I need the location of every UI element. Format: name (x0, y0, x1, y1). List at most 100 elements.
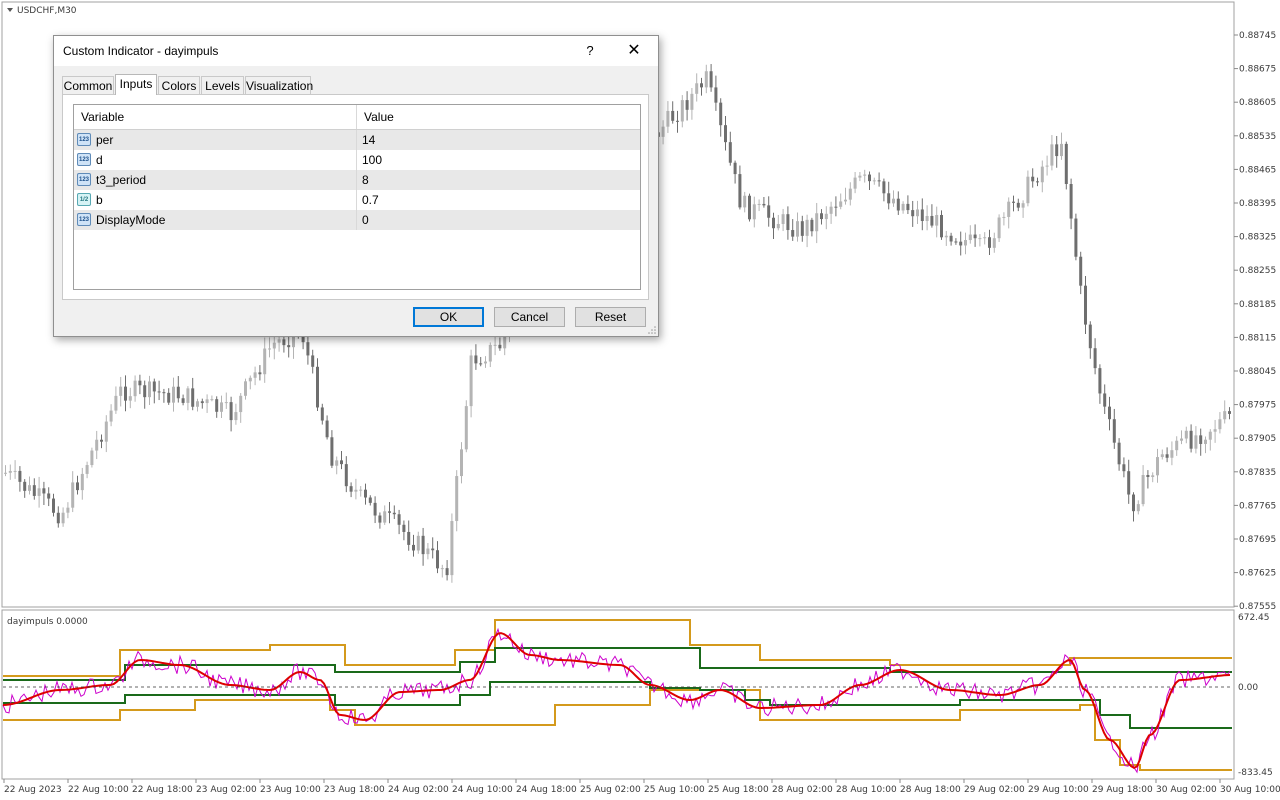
tab-common[interactable]: Common (62, 76, 114, 94)
cancel-button[interactable]: Cancel (494, 307, 565, 327)
candle-body (124, 386, 127, 401)
candle-body (167, 392, 171, 403)
time-label: 28 Aug 18:00 (900, 785, 961, 795)
indicator-scale-label: 672.45 (1238, 613, 1270, 623)
candle-body (383, 511, 387, 523)
tab-levels[interactable]: Levels (201, 76, 244, 94)
candle-body (839, 201, 843, 207)
time-label: 24 Aug 10:00 (452, 785, 513, 795)
candle-body (877, 180, 881, 182)
candle-body (762, 203, 766, 206)
candle-body (1184, 430, 1188, 439)
candle-body (834, 206, 838, 208)
candle-body (229, 402, 233, 421)
table-row[interactable]: 123 t3_period 8 (74, 170, 640, 190)
candle-body (205, 399, 209, 404)
price-axis: 0.88745 0.88675 0.88605 0.88535 0.88465 0.883… (1234, 31, 1276, 612)
candle-body (1079, 256, 1083, 286)
price-label: 0.88745 (1239, 31, 1276, 41)
candle-body (282, 339, 286, 346)
candle-body (392, 512, 396, 515)
candle-body (479, 363, 483, 365)
outer-band-lower (3, 689, 1232, 771)
candle-body (724, 125, 727, 143)
ok-button[interactable]: OK (413, 307, 484, 327)
candle-body (1016, 202, 1020, 208)
tab-visualization[interactable]: Visualization (245, 76, 313, 94)
candle-body (844, 199, 847, 202)
candle-body (80, 473, 84, 491)
help-icon[interactable]: ? (580, 39, 600, 63)
resize-grip-icon[interactable] (648, 326, 656, 334)
candle-body (18, 470, 22, 482)
variable-value[interactable]: 100 (362, 150, 382, 170)
candle-body (1165, 454, 1169, 458)
table-row[interactable]: 123 DisplayMode 0 (74, 210, 640, 230)
close-icon[interactable]: ✕ (621, 39, 647, 63)
candle-body (666, 110, 670, 127)
time-label: 24 Aug 02:00 (388, 785, 449, 795)
candle-body (378, 515, 382, 523)
variable-value[interactable]: 0.7 (362, 190, 379, 210)
candle-body (493, 344, 497, 346)
candle-body (916, 209, 919, 217)
candle-body (1132, 494, 1135, 512)
candle-body (1040, 166, 1044, 183)
custom-indicator-dialog: Custom Indicator - dayimpuls ? ✕ Common … (53, 35, 659, 337)
candle-body (8, 470, 12, 473)
chart-menu-icon[interactable] (7, 8, 13, 12)
candle-body (1088, 324, 1092, 349)
candle-body (474, 355, 478, 364)
candle-body (714, 87, 718, 103)
candle-body (340, 460, 343, 465)
candle-body (133, 380, 137, 397)
candle-body (71, 482, 75, 508)
candle-body (959, 241, 963, 246)
price-label: 0.87625 (1239, 569, 1276, 579)
tab-inputs[interactable]: Inputs (115, 74, 157, 95)
price-label: 0.88535 (1239, 132, 1276, 142)
candle-body (412, 544, 415, 551)
candle-body (311, 355, 315, 367)
candle-body (268, 348, 271, 350)
candle-body (853, 177, 857, 189)
candle-body (892, 198, 895, 204)
candle-body (949, 235, 953, 242)
candle-body (56, 512, 60, 524)
dialog-titlebar[interactable]: Custom Indicator - dayimpuls ? ✕ (54, 36, 658, 66)
price-label: 0.88115 (1239, 333, 1276, 343)
candle-body (1012, 201, 1015, 203)
candle-body (248, 377, 252, 382)
candle-body (445, 568, 449, 576)
candle-body (460, 449, 463, 477)
time-axis: 22 Aug 2023 22 Aug 10:00 22 Aug 18:00 23 Au… (3, 779, 1280, 795)
table-row[interactable]: 1/2 b 0.7 (74, 190, 640, 210)
cell-divider (356, 130, 357, 150)
tab-colors[interactable]: Colors (158, 76, 200, 94)
time-label: 25 Aug 02:00 (580, 785, 641, 795)
variable-value[interactable]: 0 (362, 210, 369, 230)
candle-body (455, 476, 459, 522)
reset-button[interactable]: Reset (575, 307, 646, 327)
candle-body (1127, 471, 1131, 495)
candle-body (882, 181, 886, 194)
candle-body (85, 465, 89, 474)
candle-body (1146, 475, 1150, 478)
column-variable[interactable]: Variable (74, 105, 356, 129)
time-label: 29 Aug 02:00 (964, 785, 1025, 795)
candle-body (757, 203, 761, 205)
candle-body (896, 198, 900, 211)
table-row[interactable]: 123 d 100 (74, 150, 640, 170)
integer-type-icon: 123 (77, 213, 91, 226)
table-row[interactable]: 123 per 14 (74, 130, 640, 150)
candle-body (1064, 143, 1068, 184)
candle-body (421, 535, 425, 555)
candle-body (872, 180, 876, 182)
column-value[interactable]: Value (357, 105, 640, 129)
variable-value[interactable]: 8 (362, 170, 369, 190)
candle-body (968, 234, 972, 241)
candle-body (1204, 439, 1207, 444)
price-label: 0.87835 (1239, 468, 1276, 478)
variable-value[interactable]: 14 (362, 130, 375, 150)
candle-body (176, 386, 180, 399)
